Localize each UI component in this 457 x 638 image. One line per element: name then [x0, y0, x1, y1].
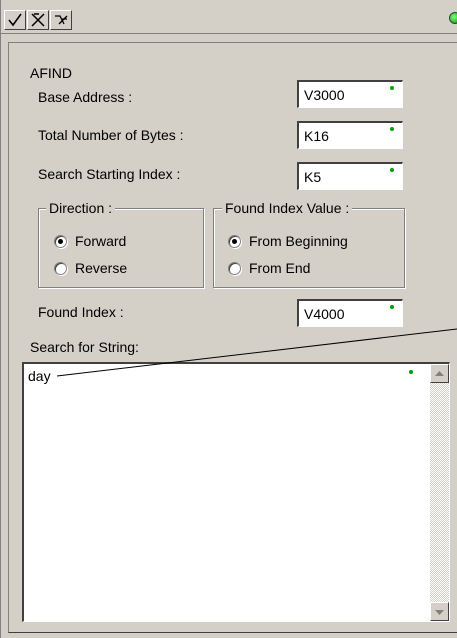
- from-end-radio[interactable]: From End: [228, 260, 310, 276]
- help-icon: [55, 15, 68, 25]
- base-address-label: Base Address :: [38, 89, 133, 105]
- from-end-label: From End: [249, 260, 311, 276]
- afind-dialog: AFIND Base Address : V3000 Total Number …: [0, 0, 457, 638]
- scroll-down-button[interactable]: [430, 602, 449, 621]
- valid-indicator-icon: [390, 86, 394, 90]
- total-bytes-label: Total Number of Bytes :: [38, 127, 184, 143]
- start-index-value: K5: [304, 169, 322, 185]
- direction-reverse-radio[interactable]: Reverse: [54, 260, 127, 276]
- valid-indicator-icon: [390, 168, 394, 172]
- status-indicator-icon: [449, 12, 457, 24]
- x-icon: [31, 13, 45, 27]
- check-icon: [8, 13, 22, 27]
- valid-indicator-icon: [390, 305, 394, 309]
- cancel-button[interactable]: [27, 10, 49, 30]
- found-index-field[interactable]: V4000: [297, 299, 403, 327]
- found-index-label: Found Index :: [38, 304, 124, 320]
- toolbar: [1, 0, 457, 34]
- arrow-up-icon: [435, 370, 444, 376]
- vertical-scrollbar[interactable]: [430, 364, 449, 621]
- base-address-field[interactable]: V3000: [297, 80, 403, 108]
- radio-unselected-icon: [228, 261, 241, 275]
- search-string-label: Search for String:: [30, 339, 139, 355]
- arrow-down-icon: [435, 609, 444, 615]
- valid-indicator-icon: [409, 370, 413, 374]
- instruction-title: AFIND: [30, 65, 72, 81]
- base-address-value: V3000: [304, 87, 345, 103]
- start-index-field[interactable]: K5: [297, 162, 403, 190]
- start-index-label: Search Starting Index :: [38, 166, 181, 182]
- found-index-value: V4000: [304, 306, 345, 322]
- from-beginning-radio[interactable]: From Beginning: [228, 233, 348, 249]
- direction-forward-radio[interactable]: Forward: [54, 233, 126, 249]
- valid-indicator-icon: [390, 127, 394, 131]
- radio-selected-icon: [228, 234, 241, 248]
- direction-group: Direction : Forward Reverse: [38, 199, 204, 288]
- search-string-value: day: [28, 368, 51, 384]
- found-index-value-legend: Found Index Value :: [222, 199, 353, 217]
- found-index-value-group: Found Index Value : From Beginning From …: [213, 199, 405, 288]
- search-string-textarea[interactable]: day: [22, 362, 450, 622]
- radio-selected-icon: [54, 234, 67, 248]
- direction-forward-label: Forward: [75, 233, 127, 249]
- total-bytes-value: K16: [304, 128, 329, 144]
- scroll-up-button[interactable]: [430, 364, 449, 383]
- direction-reverse-label: Reverse: [75, 260, 128, 276]
- direction-legend: Direction :: [46, 199, 116, 217]
- total-bytes-field[interactable]: K16: [297, 121, 403, 149]
- radio-unselected-icon: [54, 261, 67, 275]
- from-beginning-label: From Beginning: [249, 233, 348, 249]
- accept-button[interactable]: [4, 10, 26, 30]
- help-button[interactable]: [50, 10, 72, 30]
